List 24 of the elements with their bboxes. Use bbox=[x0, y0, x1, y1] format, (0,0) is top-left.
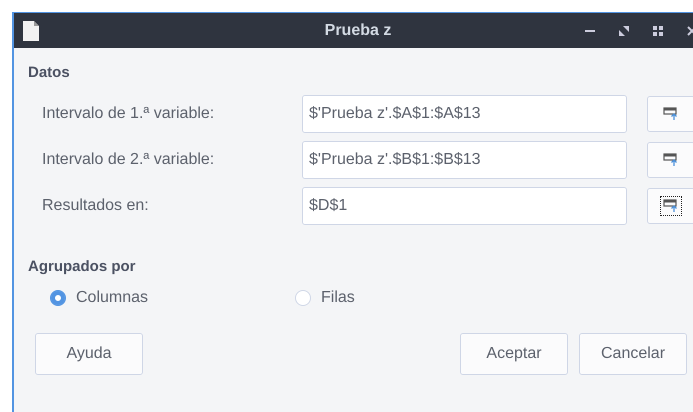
document-icon bbox=[22, 20, 40, 42]
shrink-button[interactable] bbox=[647, 188, 693, 224]
resize-icon[interactable] bbox=[618, 24, 630, 36]
range-field[interactable]: $'Prueba z'.$B$1:$B$13 bbox=[302, 141, 627, 179]
range-field[interactable]: $'Prueba z'.$A$1:$A$13 bbox=[302, 95, 627, 133]
range-field[interactable]: $D$1 bbox=[302, 187, 627, 225]
radio-option[interactable]: Columnas bbox=[50, 289, 295, 307]
grid-icon[interactable] bbox=[652, 24, 664, 36]
radio-option[interactable]: Filas bbox=[295, 289, 540, 307]
shrink-icon bbox=[663, 153, 679, 167]
help-button[interactable]: Ayuda bbox=[35, 333, 143, 375]
dialog-button[interactable]: Cancelar bbox=[579, 333, 687, 375]
dialog-button[interactable]: Aceptar bbox=[460, 333, 568, 375]
field-label: Intervalo de 2.ª variable: bbox=[42, 151, 216, 169]
field-label: Resultados en: bbox=[42, 197, 150, 215]
radio-button[interactable] bbox=[50, 290, 66, 306]
field-label: Intervalo de 1.ª variable: bbox=[42, 105, 216, 123]
shrink-button[interactable] bbox=[647, 142, 693, 178]
window-title: Prueba z bbox=[324, 22, 392, 40]
shrink-button[interactable] bbox=[647, 96, 693, 132]
section-heading: Agrupados por bbox=[28, 258, 136, 275]
shrink-icon bbox=[663, 107, 679, 121]
section-heading: Datos bbox=[28, 64, 71, 81]
shrink-icon bbox=[663, 199, 679, 213]
